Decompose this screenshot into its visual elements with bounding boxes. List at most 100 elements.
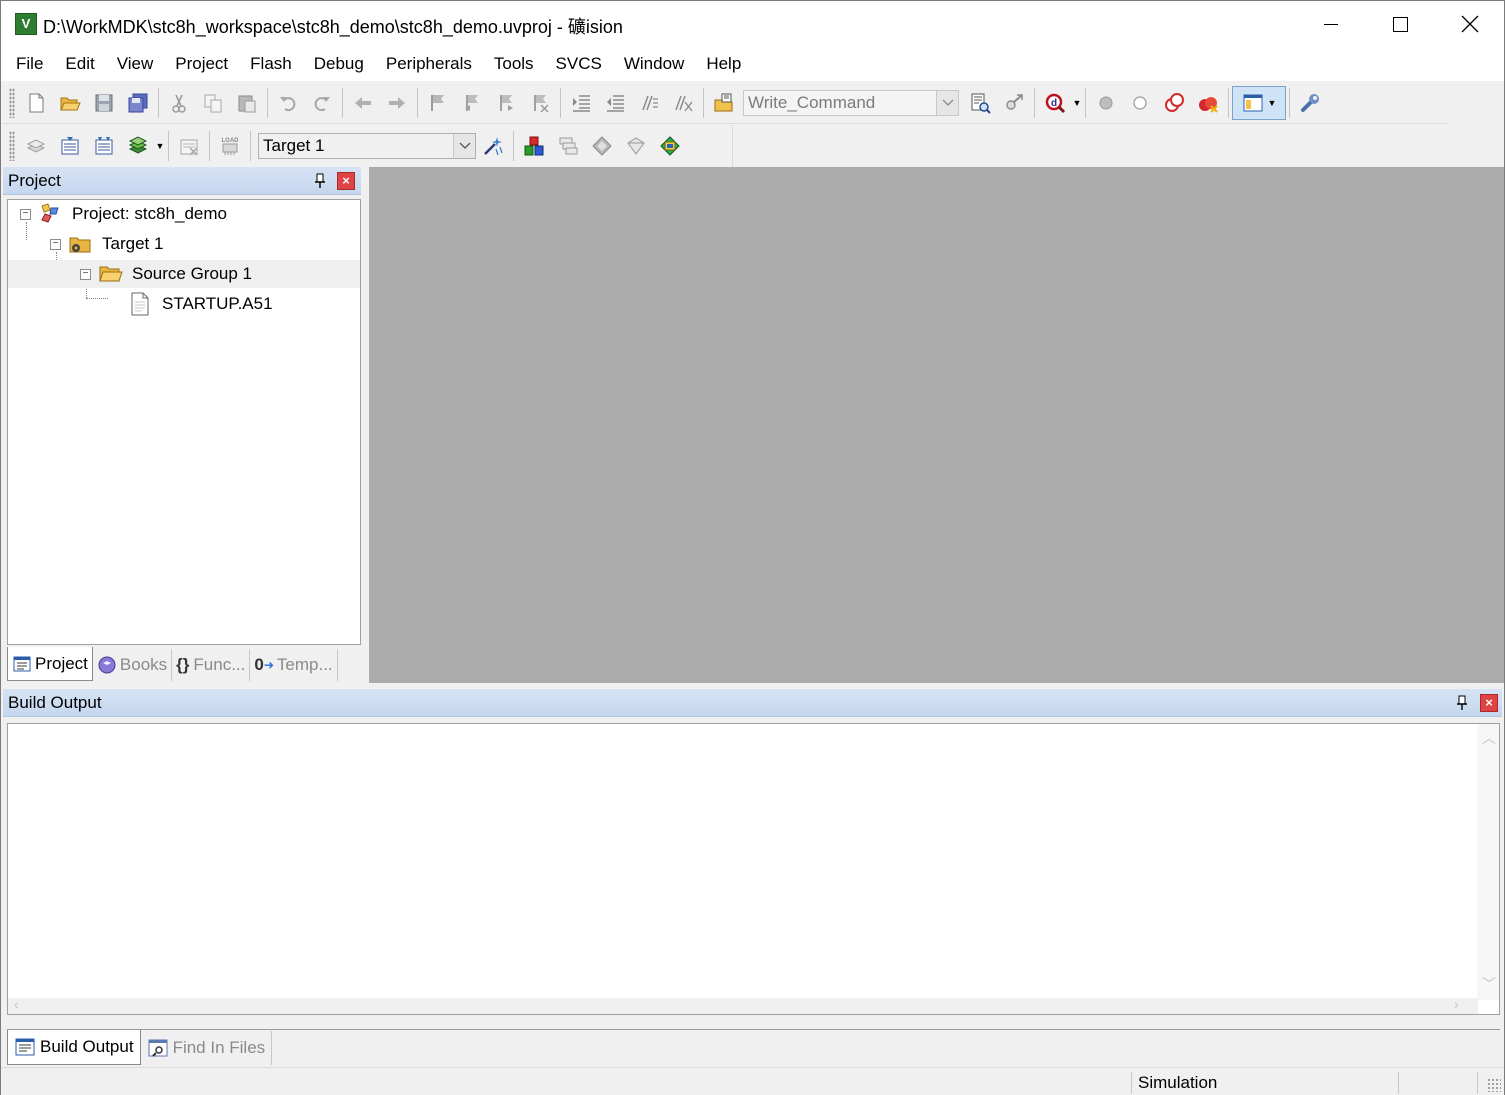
- menu-tools[interactable]: Tools: [483, 47, 545, 81]
- tree-item-project[interactable]: − Project: stc8h_demo: [8, 200, 360, 228]
- configure-button[interactable]: [1293, 86, 1327, 120]
- rebuild-button[interactable]: [87, 129, 121, 163]
- toolbar-separator: [209, 131, 210, 161]
- find-button[interactable]: [963, 86, 997, 120]
- pin-icon[interactable]: [1455, 695, 1469, 711]
- tab-functions-label: Func...: [193, 655, 246, 674]
- enable-breakpoint-button[interactable]: [1123, 86, 1157, 120]
- translate-button[interactable]: [19, 129, 53, 163]
- indent-icon: [573, 94, 590, 112]
- build-output-close-button[interactable]: ×: [1480, 694, 1498, 712]
- tree-item-target[interactable]: − Target 1: [8, 230, 360, 258]
- menu-view[interactable]: View: [106, 47, 165, 81]
- minimize-button[interactable]: [1296, 1, 1366, 47]
- menu-debug[interactable]: Debug: [303, 47, 375, 81]
- collapse-target-toggle[interactable]: −: [50, 239, 61, 250]
- navigate-back-button[interactable]: [346, 86, 380, 120]
- save-all-button[interactable]: [121, 86, 155, 120]
- target-select[interactable]: Target 1: [258, 133, 476, 159]
- menu-edit[interactable]: Edit: [54, 47, 105, 81]
- debug-dropdown-arrow[interactable]: ▼: [1072, 86, 1082, 120]
- tab-find-in-files[interactable]: Find In Files: [141, 1031, 273, 1065]
- collapse-project-toggle[interactable]: −: [20, 209, 31, 220]
- uncomment-selection-button[interactable]: [666, 86, 700, 120]
- copy-button[interactable]: [196, 86, 230, 120]
- menu-peripherals[interactable]: Peripherals: [375, 47, 483, 81]
- toolbar-grip[interactable]: [9, 87, 15, 118]
- manage-project-items-button[interactable]: [517, 129, 551, 163]
- batch-build-dropdown-arrow[interactable]: ▼: [155, 129, 165, 163]
- maximize-button[interactable]: [1365, 1, 1435, 47]
- comment-selection-button[interactable]: [632, 86, 666, 120]
- uvision-window: V D:\WorkMDK\stc8h_workspace\stc8h_demo\…: [0, 0, 1505, 1095]
- menu-file[interactable]: File: [5, 47, 54, 81]
- toolbar-grip[interactable]: [9, 131, 15, 161]
- prev-bookmark-button[interactable]: [455, 86, 489, 120]
- tree-item-file[interactable]: STARTUP.A51: [8, 290, 360, 318]
- scroll-right-icon[interactable]: ›: [1454, 996, 1459, 1012]
- window-layout-button[interactable]: ▼: [1232, 85, 1286, 120]
- next-bookmark-button[interactable]: [489, 86, 523, 120]
- tab-books[interactable]: Books: [93, 649, 173, 681]
- tree-item-source-group[interactable]: − Source Group 1: [8, 260, 360, 288]
- manage-rte-button[interactable]: [619, 129, 653, 163]
- download-button[interactable]: LOAD: [213, 129, 247, 163]
- batch-build-button[interactable]: [121, 129, 155, 163]
- build-output-icon: [15, 1038, 35, 1056]
- select-packs-button[interactable]: [585, 129, 619, 163]
- paste-button[interactable]: [230, 86, 264, 120]
- status-separator: [1398, 1072, 1399, 1094]
- unindent-button[interactable]: [598, 86, 632, 120]
- build-output-vertical-scrollbar[interactable]: ︿ ﹀: [1477, 724, 1499, 1000]
- find-in-files-icon: [714, 93, 733, 111]
- menu-project[interactable]: Project: [164, 47, 239, 81]
- menu-svcs[interactable]: SVCS: [545, 47, 613, 81]
- build-button[interactable]: [53, 129, 87, 163]
- menu-help[interactable]: Help: [695, 47, 752, 81]
- find-combo[interactable]: Write_Command: [743, 89, 959, 116]
- wrench-icon: [1301, 93, 1319, 112]
- menu-flash[interactable]: Flash: [239, 47, 303, 81]
- translate-icon: [26, 139, 46, 153]
- start-debug-button[interactable]: d: [1038, 86, 1072, 120]
- pin-icon[interactable]: [313, 173, 327, 189]
- incremental-find-button[interactable]: [997, 86, 1031, 120]
- redo-button[interactable]: [305, 86, 339, 120]
- target-options-button[interactable]: [476, 129, 510, 163]
- tab-templates[interactable]: 0 ➔ Temp...: [250, 649, 338, 681]
- close-window-button[interactable]: [1435, 1, 1505, 47]
- build-output-horizontal-scrollbar[interactable]: ‹ ›: [8, 996, 1478, 1014]
- undo-button[interactable]: [271, 86, 305, 120]
- build-output-text[interactable]: ︿ ﹀ ‹ ›: [7, 723, 1500, 1015]
- stop-build-button[interactable]: [172, 129, 206, 163]
- open-file-button[interactable]: [53, 86, 87, 120]
- scroll-left-icon[interactable]: ‹: [14, 996, 19, 1012]
- cut-button[interactable]: [162, 86, 196, 120]
- new-file-button[interactable]: [19, 86, 53, 120]
- tab-functions[interactable]: {} Func...: [172, 649, 251, 681]
- save-button[interactable]: [87, 86, 121, 120]
- collapse-source-group-toggle[interactable]: −: [80, 269, 91, 280]
- kill-all-breakpoints-button[interactable]: [1191, 86, 1225, 120]
- find-combo-dropdown-button[interactable]: [936, 90, 958, 115]
- menu-window[interactable]: Window: [613, 47, 695, 81]
- find-in-files-button[interactable]: [707, 86, 741, 120]
- project-panel-close-button[interactable]: ×: [337, 172, 355, 190]
- tab-build-output[interactable]: Build Output: [7, 1030, 141, 1065]
- target-select-dropdown-button[interactable]: [453, 134, 475, 158]
- editor-area[interactable]: [369, 167, 1504, 683]
- indent-button[interactable]: [564, 86, 598, 120]
- tab-project[interactable]: Project: [7, 647, 93, 681]
- find-combo-value[interactable]: Write_Command: [744, 93, 936, 113]
- clear-bookmarks-button[interactable]: [523, 86, 557, 120]
- scroll-up-icon[interactable]: ︿: [1482, 728, 1496, 748]
- manage-multi-project-button[interactable]: [551, 129, 585, 163]
- disable-all-breakpoints-button[interactable]: [1157, 86, 1191, 120]
- insert-bookmark-button[interactable]: [421, 86, 455, 120]
- insert-breakpoint-button[interactable]: [1089, 86, 1123, 120]
- navigate-forward-button[interactable]: [380, 86, 414, 120]
- pack-installer-button[interactable]: [653, 129, 687, 163]
- scroll-down-icon[interactable]: ﹀: [1482, 974, 1496, 994]
- bookmark-prev-icon: [465, 94, 478, 111]
- resize-grip[interactable]: [1487, 1078, 1501, 1092]
